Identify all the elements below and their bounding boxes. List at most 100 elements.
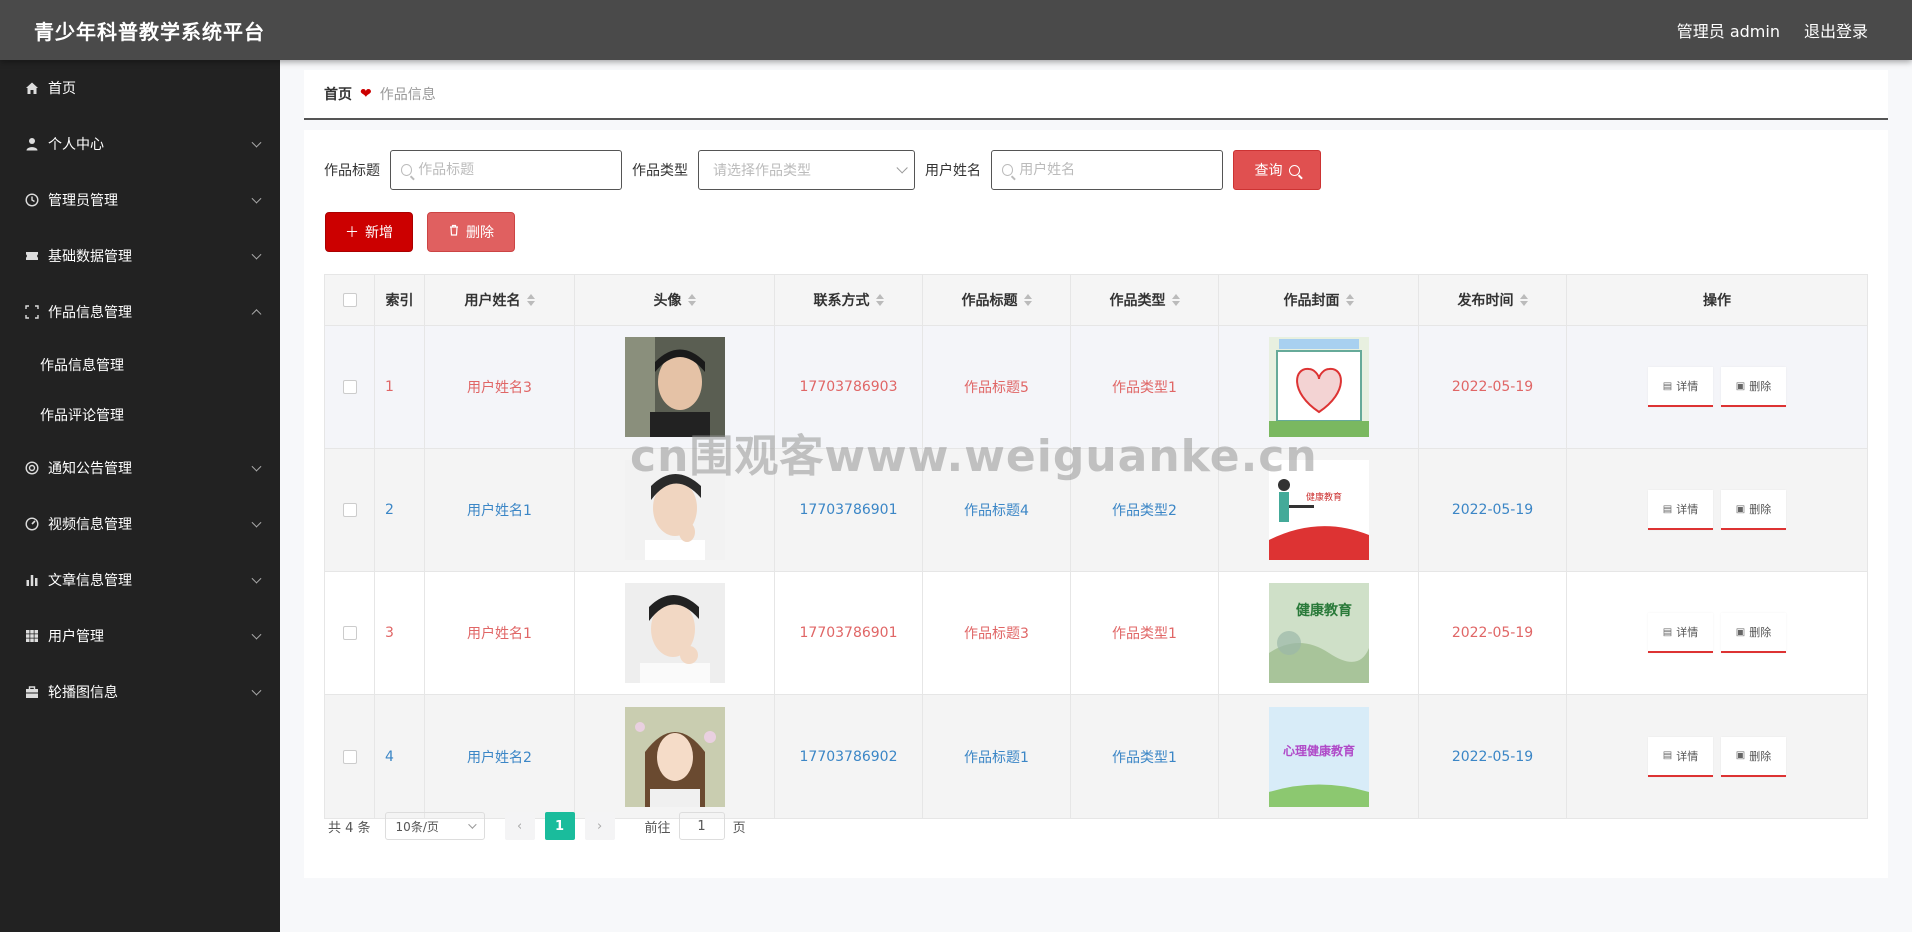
detail-button[interactable]: ▤ 详情 [1648,736,1713,777]
header-index: 索引 [375,275,425,325]
row-checkbox[interactable] [342,380,357,394]
row-checkbox[interactable] [342,503,357,517]
avatar[interactable] [624,706,725,807]
header-cover[interactable]: 作品封面 [1219,275,1419,325]
query-button[interactable]: 查询 [1233,150,1321,190]
cover-cell [1219,326,1419,448]
pagination: 共 4 条 10条/页 ‹ 1 › 前往 1 页 [324,812,746,840]
sidebar-item-video-management[interactable]: 视频信息管理 [0,496,280,552]
delete-button[interactable]: ▣ 删除 [1721,490,1786,530]
home-icon [24,80,40,96]
avatar[interactable] [624,460,725,560]
search-bar: 作品标题 作品类型 请选择作品类型 用户姓名 查询 [324,150,1888,190]
sidebar-item-works-management[interactable]: 作品信息管理 [0,284,280,340]
header-avatar[interactable]: 头像 [575,275,775,325]
prev-page-button[interactable]: ‹ [504,812,535,840]
add-button[interactable]: ＋ 新增 [325,212,413,252]
sidebar-item-user-management[interactable]: 用户管理 [0,608,280,664]
sidebar-item-label: 个人中心 [48,137,104,153]
chevron-down-icon [251,573,262,584]
sidebar-item-label: 通知公告管理 [48,461,132,477]
cover-image[interactable]: 心理健康教育 [1268,706,1369,807]
date-cell: 2022-05-19 [1419,326,1567,448]
detail-button[interactable]: ▤ 详情 [1648,367,1713,407]
header-title[interactable]: 作品标题 [923,275,1071,325]
sidebar-item-carousel-info[interactable]: 轮播图信息 [0,664,280,720]
sidebar-item-label: 管理员管理 [48,193,118,209]
operations-cell: ▤ 详情 ▣ 删除 [1567,326,1867,448]
row-select-cell [325,572,375,694]
sort-icon [1171,294,1180,306]
action-bar: ＋ 新增 删除 [325,212,1888,252]
header-date[interactable]: 发布时间 [1419,275,1567,325]
cover-image[interactable]: 健康教育 [1268,460,1369,560]
select-all-checkbox[interactable] [342,293,357,307]
search-icon [1288,164,1300,176]
sidebar-item-home[interactable]: 首页 [0,60,280,116]
next-page-button[interactable]: › [584,812,615,840]
trash-icon: ▣ [1735,626,1746,638]
type-select[interactable]: 请选择作品类型 [698,150,915,190]
breadcrumb-home[interactable]: 首页 [324,84,352,104]
chevron-down-icon [251,629,262,640]
row-checkbox[interactable] [342,749,357,764]
chevron-down-icon [251,461,262,472]
delete-button[interactable]: ▣ 删除 [1721,367,1786,407]
header-type[interactable]: 作品类型 [1071,275,1219,325]
user-name-cell: 用户姓名3 [425,326,575,448]
type-filter-label: 作品类型 [632,163,688,179]
gauge-icon [24,516,40,532]
user-name-cell: 用户姓名2 [425,695,575,818]
goto-page-input[interactable]: 1 [678,812,725,840]
detail-button[interactable]: ▤ 详情 [1648,490,1713,530]
header-right: 管理员 admin 退出登录 [1677,18,1868,42]
bar-chart-icon [24,572,40,588]
phone-cell: 17703786902 [775,695,923,818]
sidebar-item-article-management[interactable]: 文章信息管理 [0,552,280,608]
delete-button[interactable]: ▣ 删除 [1721,736,1786,777]
chevron-down-icon [896,162,908,174]
avatar-cell [575,572,775,694]
cover-text: 健康教育 [1296,602,1352,619]
sidebar-item-personal-center[interactable]: 个人中心 [0,116,280,172]
avatar-cell [575,449,775,571]
scan-icon [24,304,40,320]
user-search-input[interactable] [1019,162,1212,178]
sidebar-item-admin-management[interactable]: 管理员管理 [0,172,280,228]
user-icon [24,136,40,152]
avatar[interactable] [624,583,725,683]
sidebar-item-label: 轮播图信息 [48,685,118,701]
page-number-active[interactable]: 1 [544,812,575,840]
sidebar-item-notice-management[interactable]: 通知公告管理 [0,440,280,496]
logout-button[interactable]: 退出登录 [1804,18,1868,42]
sidebar: 首页 个人中心 管理员管理 基础数据管理 作品信息管理 作品信息管理 作品评论管… [0,60,280,932]
detail-button[interactable]: ▤ 详情 [1648,613,1713,653]
query-button-label: 查询 [1254,163,1283,179]
header-phone[interactable]: 联系方式 [775,275,923,325]
page-size-select[interactable]: 10条/页 [384,812,485,840]
avatar[interactable] [624,337,725,437]
row-checkbox[interactable] [342,626,357,640]
detail-label: 详情 [1676,749,1699,763]
type-select-placeholder: 请选择作品类型 [713,163,811,179]
sidebar-item-basic-data[interactable]: 基础数据管理 [0,228,280,284]
avatar-cell [575,326,775,448]
sidebar-item-label: 视频信息管理 [48,517,132,533]
total-count: 共 4 条 [328,820,371,836]
delete-label: 删除 [1749,749,1772,763]
batch-delete-button[interactable]: 删除 [427,212,515,252]
user-filter-field [991,150,1223,190]
sidebar-subitem-works-comments[interactable]: 作品评论管理 [0,390,280,440]
phone-cell: 17703786903 [775,326,923,448]
title-search-input[interactable] [418,162,611,178]
row-select-cell [325,326,375,448]
delete-label: 删除 [1749,380,1772,393]
cover-image[interactable]: 健康教育 [1268,583,1369,683]
title-cell: 作品标题1 [923,695,1071,818]
ticket-icon [24,248,40,264]
header-user-name[interactable]: 用户姓名 [425,275,575,325]
delete-button[interactable]: ▣ 删除 [1721,613,1786,653]
cover-image[interactable] [1268,337,1369,437]
sidebar-subitem-works-info[interactable]: 作品信息管理 [0,340,280,390]
index-cell: 1 [375,326,425,448]
